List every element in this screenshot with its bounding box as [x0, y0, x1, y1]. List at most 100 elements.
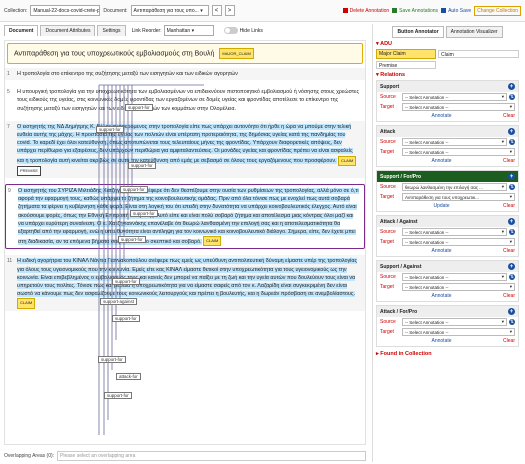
swap-icon[interactable]: ⇅ [509, 184, 515, 190]
clear-button[interactable]: Clear [503, 203, 515, 209]
clear-button[interactable]: Clear [503, 113, 515, 119]
add-icon[interactable]: + [508, 173, 515, 180]
source-select[interactable]: -- Select Annotation -- ▾ [402, 138, 507, 146]
relation-label[interactable]: support-for [112, 278, 140, 285]
source-select[interactable]: -- Select Annotation -- ▾ [402, 318, 507, 326]
prev-document-button[interactable]: < [211, 5, 222, 16]
target-select[interactable]: -- Select Annotation -- ▾ [402, 238, 515, 246]
relation-label[interactable]: support-for [125, 104, 153, 111]
paragraph-text[interactable]: Η υπουργική τροπολογία για την υποχρεωτι… [17, 89, 359, 111]
source-select[interactable]: -- Select Annotation -- ▾ [402, 273, 507, 281]
relation-label[interactable]: support-for [118, 236, 146, 243]
target-row: Target -- Select Annotation -- ▾ [377, 282, 518, 292]
swap-icon[interactable]: ⇅ [509, 319, 515, 325]
target-select[interactable]: -- Select Annotation -- ▾ [402, 283, 515, 291]
relation-label[interactable]: support-for [130, 210, 158, 217]
add-icon[interactable]: + [508, 128, 515, 135]
tab-button-annotator[interactable]: Button Annotator [392, 26, 444, 38]
target-select[interactable]: -- Select Annotation -- ▾ [402, 103, 515, 111]
target-label: Target [380, 239, 394, 245]
add-icon[interactable]: + [508, 308, 515, 315]
paragraph-text[interactable]: Η ειδική αγορήτρια του ΚΙΝΑΛ Νάντια Γιαν… [17, 258, 358, 298]
overlapping-areas-select[interactable]: Please select an overlapping area [57, 451, 366, 461]
source-select[interactable]: -- Select Annotation -- ▾ [402, 93, 507, 101]
relation-block-header[interactable]: Attack + [377, 126, 518, 137]
relation-block-header[interactable]: Attack / For/Pro + [377, 306, 518, 317]
tab-document-attributes[interactable]: Document Attributes [40, 25, 96, 36]
annotate-button[interactable]: Update [433, 203, 449, 209]
relation-label[interactable]: support-for [104, 392, 132, 399]
auto-save-toggle[interactable]: Auto Save [441, 8, 471, 14]
paragraph-text[interactable]: Ο εισηγητής της ΝΔ Δημήτρης Κ. Βέλας ανα… [17, 123, 353, 165]
document-select[interactable]: Αντιπαράθεση για τους υπο... ▾ [130, 5, 209, 16]
save-annotations-button[interactable]: Save Annotations [392, 8, 438, 14]
clear-button[interactable]: Clear [503, 293, 515, 299]
annotate-button[interactable]: Annotate [432, 293, 452, 299]
claim-chip[interactable]: CLAIM [203, 236, 222, 247]
claim-button[interactable]: Claim [438, 50, 519, 58]
source-select[interactable]: θεωρώ λανθασμένη την επιλογή σας ... ▾ [402, 183, 507, 191]
relation-label[interactable]: support-for [112, 315, 140, 322]
relation-block-header[interactable]: Attack / Against + [377, 216, 518, 227]
add-icon[interactable]: + [508, 83, 515, 90]
source-label: Source [380, 274, 396, 280]
relation-block-header[interactable]: Support / Against + [377, 261, 518, 272]
relation-block-header[interactable]: Support / For/Pro + [377, 171, 518, 182]
major-claim-button[interactable]: Major Claim [376, 49, 436, 59]
target-select[interactable]: -- Select Annotation -- ▾ [402, 148, 515, 156]
relation-block: Attack / Against + Source -- Select Anno… [376, 215, 519, 257]
document-tabs: Document Document Attributes Settings Li… [0, 24, 370, 37]
relation-label[interactable]: support-for [128, 162, 156, 169]
found-in-collection-header[interactable]: ▸ Found in Collection [376, 351, 519, 357]
annotate-button[interactable]: Annotate [432, 248, 452, 254]
source-row: Source -- Select Annotation -- ▾ ⇅ [377, 137, 518, 147]
target-select[interactable]: -- Select Annotation -- ▾ [402, 328, 515, 336]
relation-block-header[interactable]: Support + [377, 81, 518, 92]
claim-chip[interactable]: CLAIM [338, 155, 357, 166]
premise-chip[interactable]: PREMISE [17, 165, 42, 177]
relation-label[interactable]: support-for [98, 356, 126, 363]
swap-icon[interactable]: ⇅ [509, 229, 515, 235]
tab-document[interactable]: Document [4, 25, 39, 36]
add-icon[interactable]: + [508, 263, 515, 270]
relation-block: Attack + Source -- Select Annotation -- ▾… [376, 125, 519, 167]
clear-button[interactable]: Clear [503, 248, 515, 254]
clear-button[interactable]: Clear [503, 338, 515, 344]
source-label: Source [380, 139, 396, 145]
source-select-value: -- Select Annotation -- [405, 274, 449, 280]
adu-row: Major Claim Claim [376, 49, 519, 59]
change-collection-button[interactable]: Change Collection [474, 5, 521, 16]
relation-label[interactable]: support-for [120, 186, 148, 193]
clear-button[interactable]: Clear [503, 158, 515, 164]
swap-icon[interactable]: ⇅ [509, 274, 515, 280]
claim-chip[interactable]: CLAIM [17, 298, 36, 309]
paragraph-text[interactable]: Ο εισηγητής του ΣΥΡΙΖΑ Μιλτιάδης Χατζηγι… [18, 188, 359, 245]
tab-settings[interactable]: Settings [97, 25, 126, 36]
annotate-button[interactable]: Annotate [432, 113, 452, 119]
premise-button[interactable]: Premise [376, 61, 436, 69]
target-select[interactable]: Αντιπαράθεση για τους υποχρεωτικ... ▾ [402, 193, 515, 201]
adu-header[interactable]: ▾ ADU [376, 41, 519, 47]
add-icon[interactable]: + [508, 218, 515, 225]
major-claim-chip[interactable]: MAJOR_CLAIM [219, 48, 254, 59]
swap-icon[interactable]: ⇅ [509, 94, 515, 100]
source-row: Source θεωρώ λανθασμένη την επιλογή σας … [377, 182, 518, 192]
document-title[interactable]: Αντιπαράθεση για τους υποχρεωτικούς εμβο… [7, 43, 363, 64]
link-reorder-select[interactable]: Manhattan ▾ [163, 25, 214, 36]
hide-links-toggle[interactable] [223, 27, 238, 34]
swap-icon[interactable]: ⇅ [509, 139, 515, 145]
annotate-button[interactable]: Annotate [432, 158, 452, 164]
document-title-text[interactable]: Αντιπαράθεση για τους υποχρεωτικούς εμβο… [14, 50, 214, 57]
source-select[interactable]: -- Select Annotation -- ▾ [402, 228, 507, 236]
relation-label[interactable]: support-against [100, 298, 138, 305]
relation-label[interactable]: attack-for [116, 373, 141, 380]
next-document-button[interactable]: > [224, 5, 235, 16]
relations-header[interactable]: ▾ Relations [376, 72, 519, 78]
tab-annotation-visualizer[interactable]: Annotation Visualizer [445, 26, 503, 38]
delete-annotation-button[interactable]: Delete Annotation [342, 8, 389, 14]
collection-select[interactable]: Manual-22-docs-covid-crete-politics [30, 5, 101, 16]
paragraph-text[interactable]: Η τροπολογία στο επίκεντρο της συζήτησης… [17, 71, 238, 77]
relation-label[interactable]: support-for [96, 126, 124, 133]
annotate-button[interactable]: Annotate [432, 338, 452, 344]
relation-actions: Annotate Clear [377, 337, 518, 346]
